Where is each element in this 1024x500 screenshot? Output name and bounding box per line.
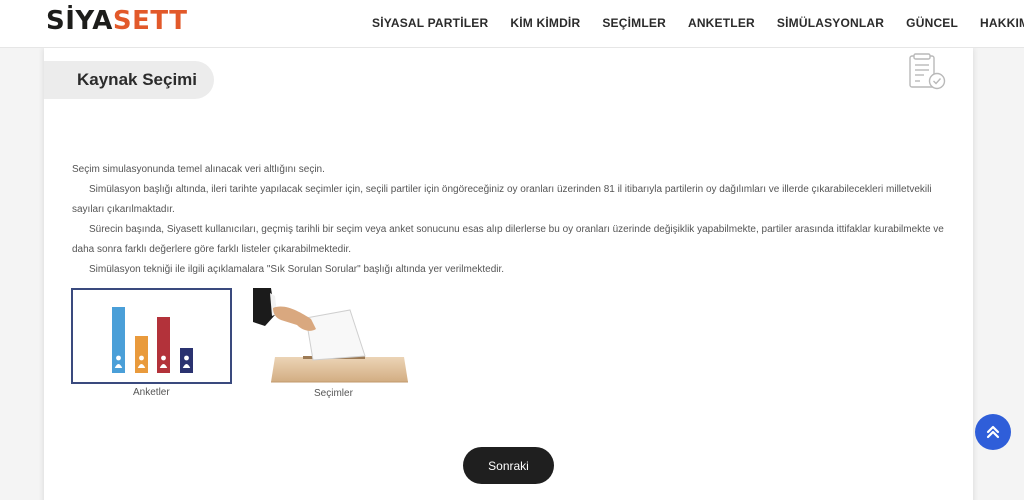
nav-item-simulations[interactable]: SİMÜLASYONLAR	[777, 16, 884, 30]
page-title-pill: Kaynak Seçimi	[44, 61, 214, 99]
next-button[interactable]: Sonraki	[463, 447, 554, 484]
description-lead: Seçim simulasyonunda temel alınacak veri…	[72, 164, 325, 175]
description-paragraph-3: Simülasyon tekniği ile ilgili açıklamala…	[89, 264, 505, 275]
double-chevron-up-icon	[986, 425, 1000, 439]
source-option-surveys[interactable]	[71, 288, 232, 384]
nav-item-who-is-who[interactable]: KİM KİMDİR	[510, 16, 580, 30]
page-title: Kaynak Seçimi	[77, 70, 198, 89]
source-option-elections[interactable]	[253, 288, 410, 384]
nav-item-political-parties[interactable]: SİYASAL PARTİLER	[372, 16, 488, 30]
site-logo[interactable]: SİYASETT	[46, 6, 187, 36]
ballot-box-image	[253, 288, 408, 383]
description-paragraph-2: Sürecin başında, Siyasett kullanıcıları,…	[72, 224, 944, 255]
survey-bar-chart-icon	[112, 307, 193, 373]
elections-label[interactable]: Seçimler	[314, 388, 353, 399]
nav-item-current[interactable]: GÜNCEL	[906, 16, 958, 30]
nav-item-elections[interactable]: SEÇİMLER	[602, 16, 666, 30]
main-menu: SİYASAL PARTİLER KİM KİMDİR SEÇİMLER ANK…	[372, 16, 1024, 30]
document-check-icon	[909, 53, 946, 90]
scroll-to-top-button[interactable]	[975, 414, 1011, 450]
logo-part-1: SİYA	[46, 6, 113, 36]
logo-part-2: SETT	[112, 6, 188, 36]
nav-item-about[interactable]: HAKKIMIZDA	[980, 16, 1024, 30]
top-navbar: SİYASETT SİYASAL PARTİLER KİM KİMDİR SEÇ…	[0, 0, 1024, 48]
surveys-label[interactable]: Anketler	[133, 387, 170, 398]
description-paragraph-1: Simülasyon başlığı altında, ileri tariht…	[72, 184, 932, 215]
nav-item-surveys[interactable]: ANKETLER	[688, 16, 755, 30]
description: Seçim simulasyonunda temel alınacak veri…	[72, 160, 952, 280]
